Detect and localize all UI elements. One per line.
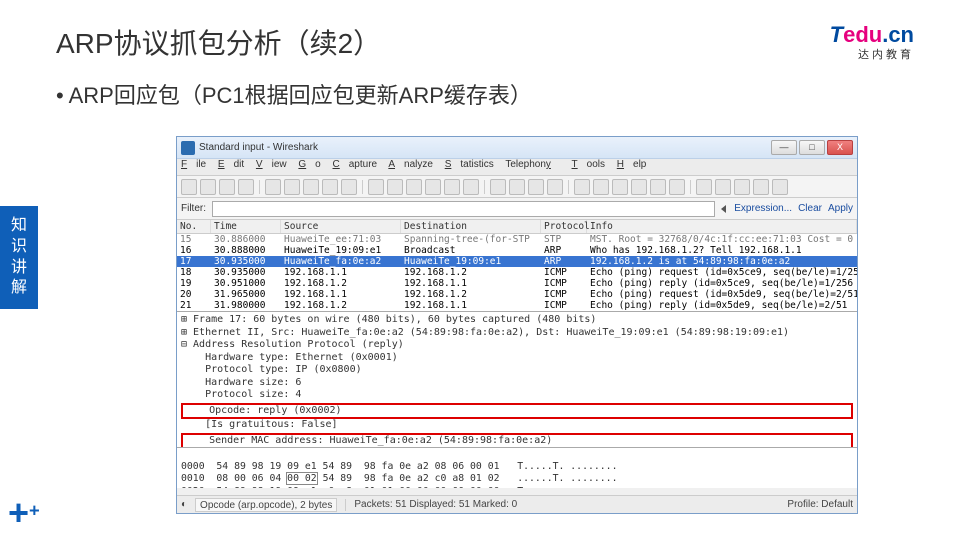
detail-hwtype: Hardware type: Ethernet (0x0001) (181, 352, 853, 365)
menu-telephony[interactable]: Telephony (505, 159, 560, 170)
toolbar-button[interactable] (669, 179, 685, 195)
packet-bytes-pane[interactable]: 0000 54 89 98 19 09 e1 54 89 98 fa 0e a2… (177, 448, 857, 488)
window-title: Standard input - Wireshark (199, 142, 771, 153)
detail-protosize: Protocol size: 4 (181, 389, 853, 402)
maximize-button[interactable]: □ (799, 140, 825, 155)
menu-tools[interactable]: Tools (572, 159, 605, 170)
wireshark-icon (181, 141, 195, 155)
toolbar-button[interactable] (238, 179, 254, 195)
toolbar-button[interactable] (528, 179, 544, 195)
packet-row[interactable]: 1530.886000HuaweiTe_ee:71:03Spanning-tre… (177, 234, 857, 245)
toolbar-button[interactable] (387, 179, 403, 195)
toolbar-button[interactable] (612, 179, 628, 195)
packet-details-pane[interactable]: ⊞ Frame 17: 60 bytes on wire (480 bits),… (177, 312, 857, 448)
toolbar-button[interactable] (753, 179, 769, 195)
detail-sender-mac: Sender MAC address: HuaweiTe_fa:0e:a2 (5… (185, 435, 849, 448)
toolbar-button[interactable] (490, 179, 506, 195)
corner-decoration: ++ (8, 492, 40, 534)
highlight-opcode-box: Opcode: reply (0x0002) (181, 403, 853, 420)
menu-analyze[interactable]: Analyze (388, 159, 433, 170)
detail-gratuitous: [Is gratuitous: False] (181, 419, 853, 432)
toolbar-button[interactable] (696, 179, 712, 195)
toolbar-button[interactable] (200, 179, 216, 195)
slide-title: ARP协议抓包分析（续2） (56, 22, 381, 62)
filter-label: Filter: (181, 203, 206, 214)
toolbar-button[interactable] (406, 179, 422, 195)
packet-row[interactable]: 2131.980000192.168.1.2192.168.1.1ICMPEch… (177, 300, 857, 311)
menu-statistics[interactable]: Statistics (445, 159, 494, 170)
close-button[interactable]: X (827, 140, 853, 155)
toolbar-button[interactable] (509, 179, 525, 195)
logo: Tedu.cn 达内教育 (830, 22, 914, 62)
packet-row[interactable]: 2031.965000192.168.1.1192.168.1.2ICMPEch… (177, 289, 857, 300)
toolbar-button[interactable] (425, 179, 441, 195)
menu-go[interactable]: Go (298, 159, 320, 170)
toolbar-button[interactable] (444, 179, 460, 195)
toolbar (177, 176, 857, 198)
toolbar-button[interactable] (368, 179, 384, 195)
highlight-addresses-box: Sender MAC address: HuaweiTe_fa:0e:a2 (5… (181, 433, 853, 449)
toolbar-button[interactable] (219, 179, 235, 195)
packet-row[interactable]: 1830.935000192.168.1.1192.168.1.2ICMPEch… (177, 267, 857, 278)
status-bulb-icon: ◐ (181, 499, 187, 510)
toolbar-button[interactable] (631, 179, 647, 195)
toolbar-button[interactable] (265, 179, 281, 195)
filter-input[interactable] (212, 201, 715, 217)
packet-row[interactable]: 1730.935000HuaweiTe_fa:0e:a2HuaweiTe_19:… (177, 256, 857, 267)
packet-row[interactable]: 1630.888000HuaweiTe_19:09:e1BroadcastARP… (177, 245, 857, 256)
expression-link[interactable]: Expression... (734, 203, 792, 214)
detail-ethernet[interactable]: ⊞ Ethernet II, Src: HuaweiTe_fa:0e:a2 (5… (181, 327, 853, 340)
menu-file[interactable]: File (181, 159, 206, 170)
menu-capture[interactable]: Capture (333, 159, 378, 170)
toolbar-button[interactable] (547, 179, 563, 195)
packet-list-pane[interactable]: No.TimeSourceDestinationProtocolInfo 153… (177, 220, 857, 312)
filter-bar: Filter: Expression... Clear Apply (177, 198, 857, 220)
status-packets: Packets: 51 Displayed: 51 Marked: 0 (354, 499, 517, 510)
minimize-button[interactable]: — (771, 140, 797, 155)
menu-view[interactable]: View (256, 159, 287, 170)
detail-frame[interactable]: ⊞ Frame 17: 60 bytes on wire (480 bits),… (181, 314, 853, 327)
toolbar-button[interactable] (772, 179, 788, 195)
apply-link[interactable]: Apply (828, 203, 853, 214)
toolbar-button[interactable] (734, 179, 750, 195)
toolbar-button[interactable] (322, 179, 338, 195)
packet-row[interactable]: 1930.951000192.168.1.2192.168.1.1ICMPEch… (177, 278, 857, 289)
toolbar-button[interactable] (650, 179, 666, 195)
dropdown-icon[interactable] (721, 205, 726, 213)
toolbar-button[interactable] (284, 179, 300, 195)
detail-proto-type: Protocol type: IP (0x0800) (181, 364, 853, 377)
titlebar[interactable]: Standard input - Wireshark — □ X (177, 137, 857, 159)
toolbar-button[interactable] (593, 179, 609, 195)
toolbar-button[interactable] (574, 179, 590, 195)
clear-link[interactable]: Clear (798, 203, 822, 214)
packet-list-header[interactable]: No.TimeSourceDestinationProtocolInfo (177, 220, 857, 234)
toolbar-button[interactable] (181, 179, 197, 195)
toolbar-button[interactable] (341, 179, 357, 195)
menu-edit[interactable]: Edit (218, 159, 244, 170)
status-profile: Profile: Default (787, 499, 853, 510)
toolbar-button[interactable] (303, 179, 319, 195)
statusbar: ◐ Opcode (arp.opcode), 2 bytes Packets: … (177, 495, 857, 513)
menu-help[interactable]: Help (617, 159, 647, 170)
wireshark-window: Standard input - Wireshark — □ X File Ed… (176, 136, 858, 514)
side-tab-knowledge: 知识讲解 (0, 206, 38, 309)
detail-hwsize: Hardware size: 6 (181, 377, 853, 390)
toolbar-button[interactable] (463, 179, 479, 195)
hex-selected-bytes: 00 02 (287, 473, 317, 484)
detail-opcode[interactable]: Opcode: reply (0x0002) (185, 405, 849, 418)
status-field-info: Opcode (arp.opcode), 2 bytes (195, 498, 337, 512)
slide-bullet: ARP回应包（PC1根据回应包更新ARP缓存表） (56, 78, 532, 110)
toolbar-button[interactable] (715, 179, 731, 195)
detail-arp-header[interactable]: ⊟ Address Resolution Protocol (reply) (181, 339, 853, 352)
menubar[interactable]: File Edit View Go Capture Analyze Statis… (177, 159, 857, 176)
